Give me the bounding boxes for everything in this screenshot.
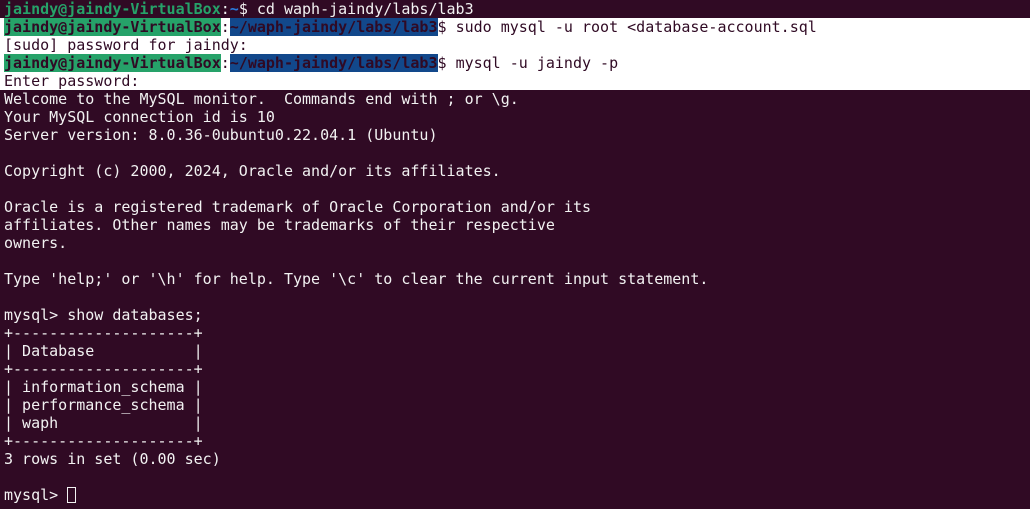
terminal-line-mysql: jaindy@jaindy-VirtualBox:~/waph-jaindy/l… bbox=[0, 54, 1030, 72]
output-line: | Database | bbox=[4, 342, 203, 360]
output-line: Server version: 8.0.36-0ubuntu0.22.04.1 … bbox=[4, 126, 438, 144]
output-line: [sudo] password for jaindy: bbox=[0, 36, 1030, 54]
output-line: +--------------------+ bbox=[4, 360, 203, 378]
output-line: +--------------------+ bbox=[4, 324, 203, 342]
output-line: | performance_schema | bbox=[4, 396, 203, 414]
command: mysql -u jaindy -p bbox=[455, 54, 619, 72]
mysql-prompt-line[interactable]: mysql> bbox=[4, 486, 1030, 504]
cursor bbox=[67, 487, 77, 503]
output-line: 3 rows in set (0.00 sec) bbox=[4, 450, 221, 468]
terminal-line-cd: jaindy@jaindy-VirtualBox:~$ cd waph-jain… bbox=[4, 0, 474, 18]
output-line: Welcome to the MySQL monitor. Commands e… bbox=[4, 90, 519, 108]
output-line: Oracle is a registered trademark of Orac… bbox=[4, 198, 591, 216]
output-line: +--------------------+ bbox=[4, 432, 203, 450]
command: sudo mysql -u root <database-account.sql bbox=[455, 18, 817, 36]
output-line: mysql> show databases; bbox=[4, 306, 203, 324]
terminal[interactable]: jaindy@jaindy-VirtualBox:~$ cd waph-jain… bbox=[0, 0, 1030, 504]
output-line: | information_schema | bbox=[4, 378, 203, 396]
prompt-user: jaindy@jaindy-VirtualBox bbox=[4, 0, 221, 18]
output-line: owners. bbox=[4, 234, 68, 252]
output-line: | waph | bbox=[4, 414, 203, 432]
output-line: affiliates. Other names may be trademark… bbox=[4, 216, 555, 234]
output-line: Your MySQL connection id is 10 bbox=[4, 108, 275, 126]
prompt-path: ~ bbox=[229, 0, 239, 18]
output-line: Type 'help;' or '\h' for help. Type '\c'… bbox=[4, 270, 709, 288]
output-line: Enter password: bbox=[0, 72, 1030, 90]
terminal-line-sudo: jaindy@jaindy-VirtualBox:~/waph-jaindy/l… bbox=[0, 18, 1030, 36]
output-line: Copyright (c) 2000, 2024, Oracle and/or … bbox=[4, 162, 501, 180]
command: cd waph-jaindy/labs/lab3 bbox=[256, 0, 474, 18]
